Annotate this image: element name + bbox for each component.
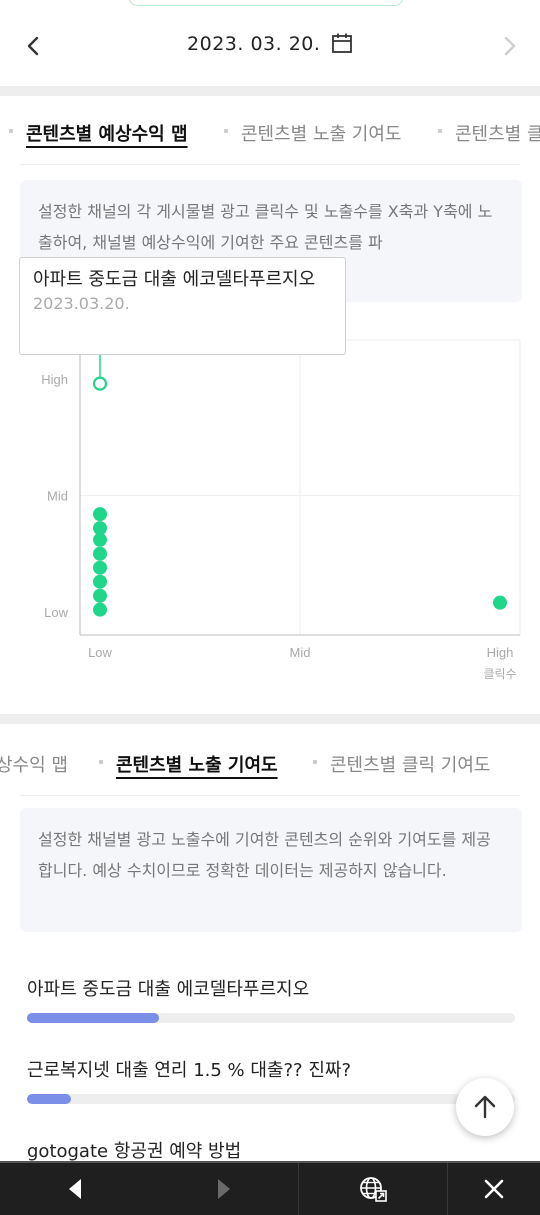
tab-revenue-map[interactable]: 상수익 맵 xyxy=(0,751,68,777)
browser-back-button[interactable] xyxy=(0,1163,150,1215)
data-point xyxy=(93,588,107,603)
tooltip-date: 2023.03.20. xyxy=(33,294,130,313)
y-tick-label: Low xyxy=(44,605,68,620)
tabs-divider xyxy=(20,164,520,165)
x-tick-label: Low xyxy=(88,645,112,660)
tabs-divider xyxy=(20,795,520,796)
browser-bottom-bar xyxy=(0,1161,540,1215)
globe-icon xyxy=(360,1177,387,1202)
ranking-item[interactable]: 아파트 중도금 대출 에코델타푸르지오 xyxy=(27,975,515,1023)
arrow-up-icon xyxy=(474,1095,496,1119)
section-separator xyxy=(0,714,540,724)
tab-click-contribution[interactable]: 콘텐츠별 클 xyxy=(455,120,540,146)
browser-globe-button[interactable] xyxy=(299,1163,447,1215)
revenue-map-chart: Low Mid High Low Mid High 클릭수 xyxy=(0,300,540,700)
data-point xyxy=(93,574,107,589)
data-point xyxy=(93,532,107,547)
ranking-title: 아파트 중도금 대출 에코델타푸르지오 xyxy=(27,979,310,1000)
data-point xyxy=(493,595,507,610)
ranking-title: 근로복지넷 대출 연리 1.5 % 대출?? 진짜? xyxy=(27,1060,351,1081)
tab-separator-dot xyxy=(438,129,442,133)
tab-separator-dot xyxy=(9,129,13,133)
chart-tooltip: 아파트 중도금 대출 에코델타푸르지오 2023.03.20. xyxy=(19,257,346,355)
section2-description: 설정한 채널별 광고 노출수에 기여한 콘텐츠의 순위와 기여도를 제공합니다.… xyxy=(20,808,522,932)
y-tick-label: Mid xyxy=(47,489,68,504)
triangle-right-icon xyxy=(218,1179,230,1199)
date-header: 2023. 03. 20. xyxy=(0,0,540,86)
ranking-bar-track xyxy=(27,1013,515,1023)
tab-exposure-contribution[interactable]: 콘텐츠별 노출 기여도 xyxy=(241,120,401,146)
browser-close-button[interactable] xyxy=(448,1163,540,1215)
scatter-chart: Low Mid High Low Mid High 클릭수 xyxy=(41,339,521,681)
tab-click-contribution[interactable]: 콘텐츠별 클릭 기여도 xyxy=(330,751,490,777)
ranking-bar-fill xyxy=(27,1094,71,1104)
calendar-icon[interactable] xyxy=(331,33,353,53)
tab-exposure-contribution[interactable]: 콘텐츠별 노출 기여도 xyxy=(116,751,278,777)
tab-separator-dot xyxy=(313,760,317,764)
tab-separator-dot xyxy=(99,760,103,764)
ranking-title: gotogate 항공권 예약 방법 xyxy=(27,1141,242,1162)
scroll-to-top-button[interactable] xyxy=(456,1078,514,1136)
date-text: 2023. 03. 20. xyxy=(187,33,321,55)
data-point xyxy=(93,602,107,617)
x-tick-label: Mid xyxy=(290,645,311,660)
data-point xyxy=(93,560,107,575)
section-separator xyxy=(0,86,540,96)
selected-date[interactable]: 2023. 03. 20. xyxy=(0,33,540,55)
data-point-highlighted xyxy=(92,376,108,391)
section1-tabs: 콘텐츠별 예상수익 맵 콘텐츠별 노출 기여도 콘텐츠별 클 xyxy=(0,120,540,164)
data-point xyxy=(93,507,107,522)
tooltip-title: 아파트 중도금 대출 에코델타푸르지오 xyxy=(33,269,316,290)
y-tick-label: High xyxy=(41,372,68,387)
triangle-left-icon xyxy=(69,1179,81,1199)
next-date-button[interactable] xyxy=(496,30,524,62)
section2-description-text: 설정한 채널별 광고 노출수에 기여한 콘텐츠의 순위와 기여도를 제공합니다.… xyxy=(38,830,491,880)
chevron-right-icon xyxy=(504,36,516,56)
browser-forward-button[interactable] xyxy=(150,1163,298,1215)
section1-description-text: 설정한 채널의 각 게시물별 광고 클릭수 및 노출수를 X축과 Y축에 노출하… xyxy=(38,202,493,252)
section2-tabs: 상수익 맵 콘텐츠별 노출 기여도 콘텐츠별 클릭 기여도 xyxy=(0,751,540,795)
ranking-bar-fill xyxy=(27,1013,159,1023)
data-point xyxy=(93,546,107,561)
close-icon xyxy=(484,1179,504,1199)
x-axis-label: 클릭수 xyxy=(483,667,516,681)
ranking-bar-track xyxy=(27,1094,515,1104)
tab-revenue-map[interactable]: 콘텐츠별 예상수익 맵 xyxy=(26,120,188,146)
ranking-item[interactable]: gotogate 항공권 예약 방법 xyxy=(27,1137,515,1185)
ranking-item[interactable]: 근로복지넷 대출 연리 1.5 % 대출?? 진짜? xyxy=(27,1056,515,1104)
tab-separator-dot xyxy=(224,129,228,133)
x-tick-label: High xyxy=(487,645,514,660)
